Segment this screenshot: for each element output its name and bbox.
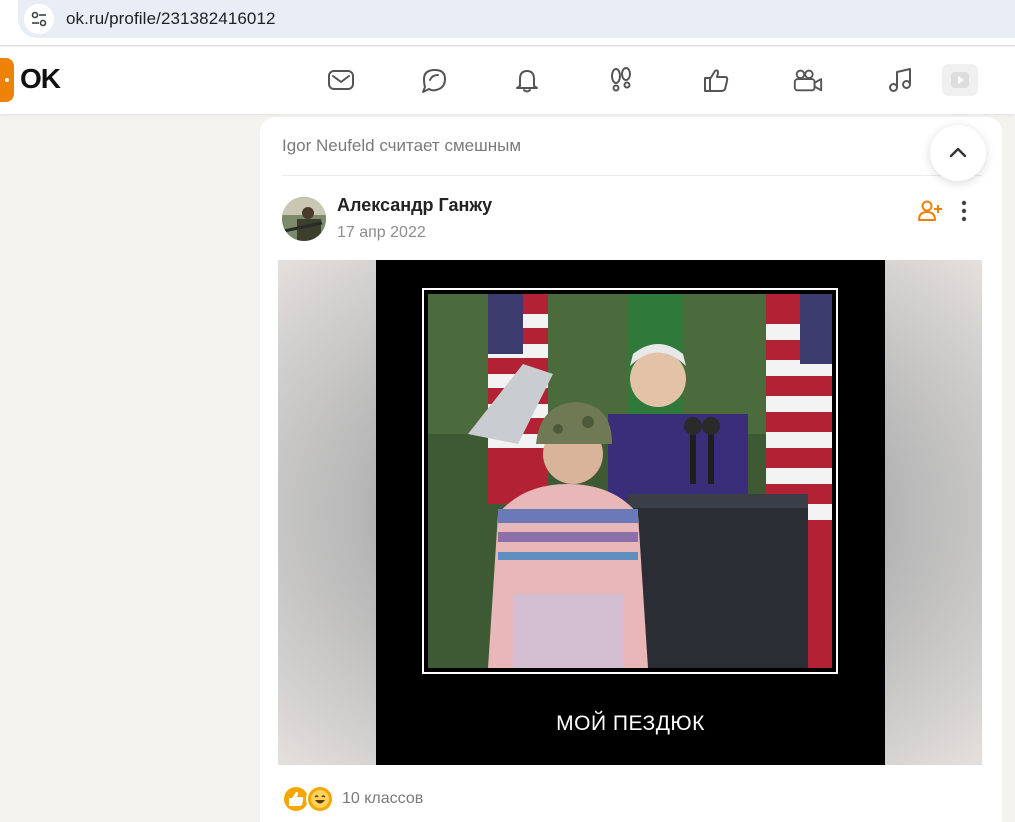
site-info-button[interactable] (24, 4, 54, 34)
author-name[interactable]: Александр Ганжу (337, 195, 492, 216)
site-header: OK (0, 47, 1015, 114)
notifications-icon[interactable] (511, 64, 543, 96)
browser-address-bar: ok.ru/profile/231382416012 (0, 0, 1015, 46)
tune-icon (31, 11, 47, 27)
music-icon[interactable] (885, 64, 917, 96)
reshare-header[interactable]: Igor Neufeld считает смешным (282, 136, 521, 156)
messages-icon[interactable] (325, 64, 357, 96)
divider (282, 175, 982, 176)
url-text[interactable]: ok.ru/profile/231382416012 (66, 9, 276, 29)
poster-frame (422, 288, 838, 674)
more-vertical-icon (961, 200, 967, 222)
reactions-bar[interactable]: 10 классов (282, 784, 423, 814)
video-icon[interactable] (942, 64, 978, 96)
author-avatar[interactable] (282, 197, 326, 241)
image-caption: МОЙ ПЕЗДЮК (556, 712, 705, 735)
laugh-icon (306, 785, 334, 813)
ok-logo-icon[interactable] (0, 58, 14, 102)
video-call-icon[interactable] (792, 64, 824, 96)
reactions-count[interactable]: 10 классов (342, 790, 423, 808)
discussions-icon[interactable] (418, 64, 450, 96)
post-date[interactable]: 17 апр 2022 (337, 224, 426, 242)
add-friend-button[interactable] (916, 197, 944, 225)
add-friend-icon (918, 200, 942, 221)
post-photo (428, 294, 832, 668)
more-options-button[interactable] (952, 197, 976, 225)
scroll-to-top-button[interactable] (930, 125, 986, 181)
feed-post-card: Igor Neufeld считает смешным Александр Г… (260, 117, 1002, 822)
ok-logo-text[interactable]: OK (20, 63, 61, 95)
post-image-area[interactable]: МОЙ ПЕЗДЮК (278, 260, 982, 765)
marks-icon[interactable] (700, 64, 732, 96)
demotivator-poster: МОЙ ПЕЗДЮК (376, 260, 885, 765)
chevron-up-icon (949, 147, 967, 158)
guests-icon[interactable] (605, 64, 637, 96)
